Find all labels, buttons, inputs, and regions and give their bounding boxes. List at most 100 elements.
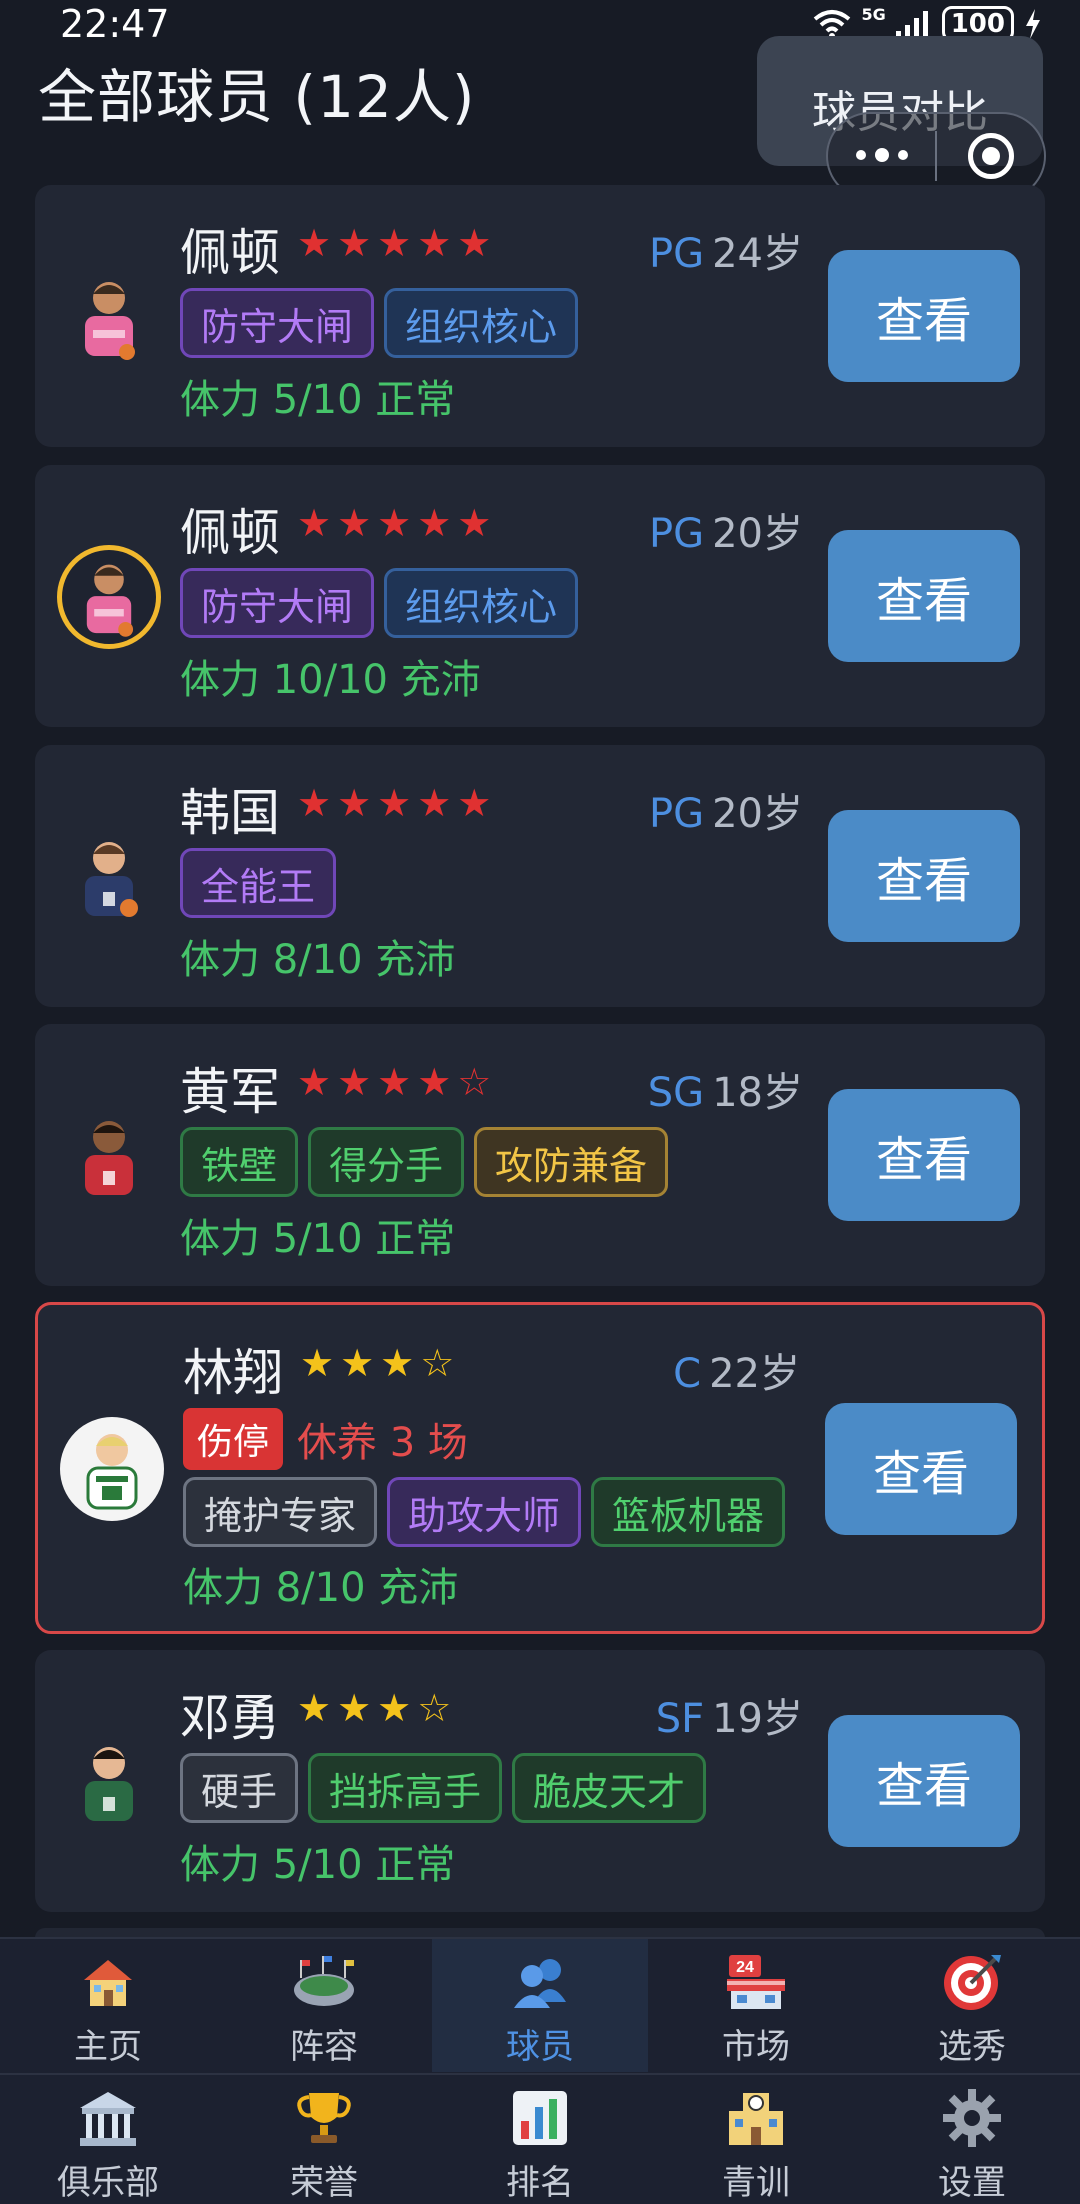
wifi-icon xyxy=(814,10,851,39)
player-card-injured[interactable]: 林翔 ★★★☆ C 22岁 伤停 休养 3 场 掩护专家 助攻大师 篮板机器 体力… xyxy=(35,1302,1045,1634)
player-tag: 挡拆高手 xyxy=(308,1753,503,1823)
player-position: PG xyxy=(648,791,705,837)
player-name: 邓勇 xyxy=(180,1689,280,1747)
player-avatar xyxy=(57,825,161,929)
player-avatar xyxy=(57,1104,161,1208)
nav-label: 球员 xyxy=(506,2027,574,2067)
player-age: 18岁 xyxy=(712,1070,803,1116)
nav-label: 排名 xyxy=(506,2163,574,2203)
nav-players[interactable]: 球员 xyxy=(432,1939,648,2072)
bank-icon xyxy=(76,2083,140,2153)
player-age: 22岁 xyxy=(709,1351,800,1397)
nav-draft[interactable]: 选秀 xyxy=(864,1939,1080,2072)
nav-label: 荣誉 xyxy=(290,2163,358,2203)
player-avatar xyxy=(57,545,161,649)
nav-club[interactable]: 俱乐部 xyxy=(0,2075,216,2204)
player-tag: 得分手 xyxy=(308,1127,465,1197)
player-avatar xyxy=(57,1730,161,1834)
signal-icon xyxy=(895,11,928,39)
player-meta: SF 19岁 xyxy=(656,1686,803,1744)
player-stars: ★★★★★ xyxy=(297,781,498,825)
player-stamina: 体力 8/10 充沛 xyxy=(180,937,456,983)
school-icon xyxy=(725,2083,787,2153)
player-meta: SG 18岁 xyxy=(648,1060,803,1118)
svg-text:24: 24 xyxy=(736,1959,754,1976)
player-tag: 组织核心 xyxy=(384,568,579,638)
player-card[interactable]: 佩顿 ★★★★★ PG 24岁 防守大闸 组织核心 体力 5/10 正常 查看 xyxy=(35,185,1045,447)
player-tags: 硬手 挡拆高手 脆皮天才 xyxy=(180,1753,707,1823)
status-time: 22:47 xyxy=(60,2,170,46)
player-card[interactable]: 佩顿 ★★★★★ PG 20岁 防守大闸 组织核心 体力 10/10 充沛 查看 xyxy=(35,465,1045,727)
injury-status: 伤停 休养 3 场 xyxy=(183,1408,468,1470)
house-icon xyxy=(78,1947,138,2017)
player-position: PG xyxy=(648,511,705,557)
player-tag: 掩护专家 xyxy=(183,1477,378,1547)
player-tags: 全能王 xyxy=(180,848,337,918)
nav-label: 市场 xyxy=(722,2027,790,2067)
player-tag: 攻防兼备 xyxy=(474,1127,669,1197)
player-stars: ★★★☆ xyxy=(297,1686,458,1730)
player-age: 24岁 xyxy=(712,231,803,277)
player-stars: ★★★★☆ xyxy=(297,1060,498,1104)
player-avatar xyxy=(57,265,161,369)
view-player-button[interactable]: 查看 xyxy=(828,810,1020,942)
gear-icon xyxy=(941,2083,1003,2153)
player-meta: PG 24岁 xyxy=(649,221,803,279)
player-age: 19岁 xyxy=(712,1696,803,1742)
nav-label: 选秀 xyxy=(938,2027,1006,2067)
bar-chart-icon xyxy=(509,2083,571,2153)
network-label: 5G xyxy=(861,4,886,24)
nav-honors[interactable]: 荣誉 xyxy=(216,2075,432,2204)
player-tag: 篮板机器 xyxy=(591,1477,786,1547)
player-card[interactable]: 黄军 ★★★★☆ SG 18岁 铁壁 得分手 攻防兼备 体力 5/10 正常 查看 xyxy=(35,1024,1045,1286)
player-tag: 防守大闸 xyxy=(180,288,375,358)
player-tags: 防守大闸 组织核心 xyxy=(180,568,579,638)
view-player-button[interactable]: 查看 xyxy=(828,1089,1020,1221)
nav-home[interactable]: 主页 xyxy=(0,1939,216,2072)
player-position: SF xyxy=(655,1696,705,1742)
more-icon[interactable] xyxy=(828,148,935,162)
nav-row-secondary: 俱乐部 荣誉 排名 青训 设置 xyxy=(0,2073,1080,2204)
player-meta: C 22岁 xyxy=(673,1341,800,1399)
nav-label: 阵容 xyxy=(290,2027,358,2067)
player-stamina: 体力 10/10 充沛 xyxy=(180,657,481,703)
charging-icon xyxy=(1026,9,1040,39)
nav-label: 设置 xyxy=(938,2163,1006,2203)
view-player-button[interactable]: 查看 xyxy=(828,250,1020,382)
nav-market[interactable]: 24 市场 xyxy=(648,1939,864,2072)
player-stamina: 体力 5/10 正常 xyxy=(180,377,456,423)
nav-label: 主页 xyxy=(74,2027,142,2067)
player-card[interactable]: 邓勇 ★★★☆ SF 19岁 硬手 挡拆高手 脆皮天才 体力 5/10 正常 查看 xyxy=(35,1650,1045,1912)
close-miniapp-icon[interactable] xyxy=(937,133,1044,179)
player-stars: ★★★★★ xyxy=(297,221,498,265)
injury-badge: 伤停 xyxy=(183,1408,284,1470)
view-player-button[interactable]: 查看 xyxy=(825,1403,1017,1535)
player-age: 20岁 xyxy=(712,511,803,557)
player-tags: 掩护专家 助攻大师 篮板机器 xyxy=(183,1477,786,1547)
player-position: SG xyxy=(647,1070,705,1116)
player-tag: 铁壁 xyxy=(180,1127,299,1197)
trophy-icon xyxy=(293,2083,355,2153)
bottom-navigation: 主页 阵容 球员 24 市场 选秀 俱乐部 荣誉 排名 青训 设置 xyxy=(0,1937,1080,2204)
player-name: 黄军 xyxy=(180,1063,280,1121)
player-card[interactable]: 韩国 ★★★★★ PG 20岁 全能王 体力 8/10 充沛 查看 xyxy=(35,745,1045,1007)
player-tag: 脆皮天才 xyxy=(512,1753,707,1823)
player-name: 韩国 xyxy=(180,784,280,842)
player-stars: ★★★★★ xyxy=(297,501,498,545)
player-name: 佩顿 xyxy=(180,224,280,282)
nav-label: 俱乐部 xyxy=(57,2163,159,2203)
nav-youth[interactable]: 青训 xyxy=(648,2075,864,2204)
view-player-button[interactable]: 查看 xyxy=(828,1715,1020,1847)
stadium-icon xyxy=(292,1947,356,2017)
calendar-market-icon: 24 xyxy=(725,1947,787,2017)
player-name: 佩顿 xyxy=(180,504,280,562)
nav-lineup[interactable]: 阵容 xyxy=(216,1939,432,2072)
player-tag: 防守大闸 xyxy=(180,568,375,638)
nav-label: 青训 xyxy=(722,2163,790,2203)
players-icon xyxy=(508,1947,572,2017)
nav-rankings[interactable]: 排名 xyxy=(432,2075,648,2204)
nav-settings[interactable]: 设置 xyxy=(864,2075,1080,2204)
view-player-button[interactable]: 查看 xyxy=(828,530,1020,662)
player-tag: 硬手 xyxy=(180,1753,299,1823)
player-position: C xyxy=(673,1351,702,1397)
